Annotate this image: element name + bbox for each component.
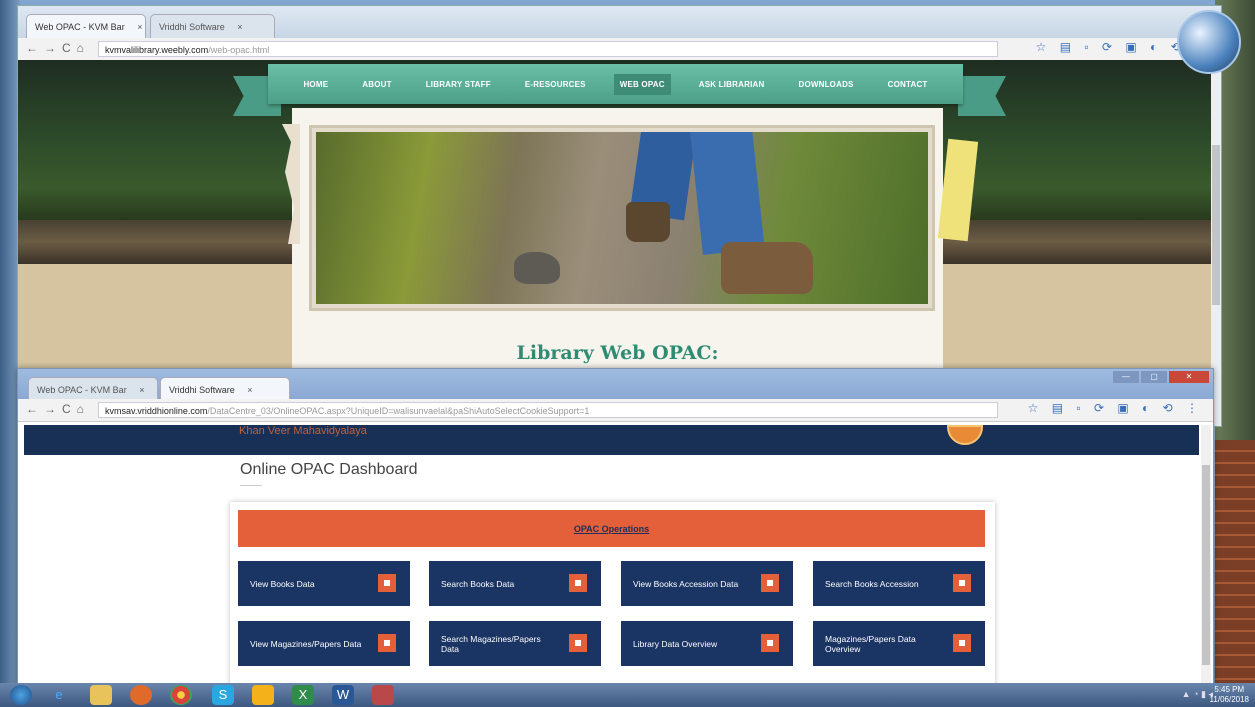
nav-web-opac[interactable]: WEB OPAC [613,73,671,95]
go-icon[interactable] [761,634,779,652]
front-tab-web-opac[interactable]: Web OPAC - KVM Bar × [28,377,158,401]
leg [689,132,765,255]
scrollbar-thumb[interactable] [1212,145,1220,305]
close-icon[interactable]: × [247,385,252,395]
back-tab-vriddhi[interactable]: Vriddhi Software × [150,14,275,38]
minimize-icon[interactable]: — [1113,371,1139,383]
nav-about[interactable]: ABOUT [356,74,397,95]
boot [721,242,813,294]
op-view-books-data[interactable]: View Books Data [238,561,410,606]
front-address-bar: ←→C⌂ kvmsav.vriddhionline.com/DataCentre… [18,399,1213,422]
op-search-books-accession[interactable]: Search Books Accession [813,561,985,606]
url-host: kvmvalilibrary.weebly.com [105,45,209,55]
nav-ask-librarian[interactable]: ASK LIBRARIAN [693,74,771,95]
boot [626,202,670,242]
app2-icon[interactable] [372,685,394,705]
maximize-icon[interactable]: ▢ [1141,371,1167,383]
tab-title: Web OPAC - KVM Bar [35,22,125,32]
go-icon[interactable] [569,574,587,592]
op-label: Search Magazines/Papers Data [441,633,541,654]
nav-e-resources[interactable]: E-RESOURCES [519,74,592,95]
nav-arrows-icon[interactable]: ←→C⌂ [26,402,90,416]
window-controls: — ▢ ✕ [1113,371,1209,383]
nav-home[interactable]: HOME [297,74,334,95]
media-icon[interactable] [130,685,152,705]
rock [514,252,560,284]
go-icon[interactable] [378,634,396,652]
op-search-books-data[interactable]: Search Books Data [429,561,601,606]
go-icon[interactable] [953,574,971,592]
go-icon[interactable] [378,574,396,592]
hiking-boots-photo [312,128,932,308]
excel-icon[interactable]: X [292,685,314,705]
go-icon[interactable] [761,574,779,592]
nav-library-staff[interactable]: LIBRARY STAFF [420,74,497,95]
front-tab-bar: Web OPAC - KVM Bar × Vriddhi Software × … [18,369,1213,401]
op-label: Search Books Accession [825,578,919,589]
skype-icon[interactable]: S [212,685,234,705]
op-label: Search Books Data [441,578,515,589]
back-browser-window[interactable]: Web OPAC - KVM Bar × Vriddhi Software × … [17,5,1222,427]
app-icon[interactable] [252,685,274,705]
ops-heading-bar: OPAC Operations [238,510,985,547]
close-icon[interactable]: × [139,385,144,395]
go-icon[interactable] [569,634,587,652]
op-magazines-overview[interactable]: Magazines/Papers Data Overview [813,621,985,666]
clock-time: 5:45 PM [1214,685,1245,694]
title-underline [240,485,262,486]
back-tab-bar: Web OPAC - KVM Bar × Vriddhi Software × [18,6,1221,38]
url-path: /web-opac.html [208,45,270,55]
op-label: Library Data Overview [633,638,718,649]
taskbar: e S X W ▲ ◔ ▮ ◂ 5:45 PM 11/06/2018 [0,683,1255,707]
back-url-input[interactable]: kvmvalilibrary.weebly.com/web-opac.html [98,41,998,57]
scrollbar[interactable] [1201,425,1211,687]
clock-date: 11/06/2018 [1209,695,1249,704]
close-icon[interactable]: × [237,22,242,32]
ie-icon[interactable]: e [48,685,70,705]
url-path: /DataCentre_03/OnlineOPAC.aspx?UniqueID=… [207,406,590,416]
college-logo [947,425,983,445]
site-header: Khan Veer Mahavidyalaya [24,425,1199,455]
chrome-icon[interactable] [170,685,192,705]
op-label: Magazines/Papers Data Overview [825,633,916,654]
nav-downloads[interactable]: DOWNLOADS [792,74,859,95]
dashboard-title: Online OPAC Dashboard [240,461,418,478]
op-label: View Magazines/Papers Data [250,638,362,649]
tab-title: Web OPAC - KVM Bar [37,385,127,395]
back-tab-web-opac[interactable]: Web OPAC - KVM Bar × [26,14,146,38]
front-url-input[interactable]: kvmsav.vriddhionline.com/DataCentre_03/O… [98,402,998,418]
close-window-icon[interactable]: ✕ [1169,371,1209,383]
nav-contact[interactable]: CONTACT [882,74,934,95]
front-tab-vriddhi[interactable]: Vriddhi Software × [160,377,290,401]
op-label: View Books Accession Data [633,578,739,589]
op-label: View Books Data [250,578,315,589]
start-orb-icon[interactable] [10,685,32,705]
url-host: kvmsav.vriddhionline.com [105,406,208,416]
clock[interactable]: 5:45 PM 11/06/2018 [1210,685,1249,705]
front-browser-window[interactable]: Web OPAC - KVM Bar × Vriddhi Software × … [17,368,1214,692]
ops-heading[interactable]: OPAC Operations [574,524,649,534]
tray-icons[interactable]: ▲ ◔ ▮ ◂ [1182,689,1213,700]
college-name: Khan Veer Mahavidyalaya [239,425,367,437]
desktop-globe-gadget [1177,10,1241,74]
op-view-magazines[interactable]: View Magazines/Papers Data [238,621,410,666]
tab-title: Vriddhi Software [159,22,225,32]
site-nav: HOME ABOUT LIBRARY STAFF E-RESOURCES WEB… [268,64,963,104]
word-icon[interactable]: W [332,685,354,705]
close-icon[interactable]: × [137,22,142,32]
opac-panel: OPAC Operations View Books Data Search B… [230,502,995,692]
page-heading: Library Web OPAC: [516,342,719,364]
op-library-data-overview[interactable]: Library Data Overview [621,621,793,666]
nav-arrows-icon[interactable]: ←→C⌂ [26,41,90,55]
extension-icons[interactable]: ☆ ▤ ▫ ⟳ ▣ ◐ ⟲ ⋮ [1028,401,1203,415]
op-view-books-accession[interactable]: View Books Accession Data [621,561,793,606]
scrollbar-thumb[interactable] [1202,465,1210,665]
op-search-magazines[interactable]: Search Magazines/Papers Data [429,621,601,666]
back-address-bar: ←→C⌂ kvmvalilibrary.weebly.com/web-opac.… [18,38,1221,61]
explorer-icon[interactable] [90,685,112,705]
desktop-brick-wall [1215,440,1255,690]
tab-title: Vriddhi Software [169,385,235,395]
go-icon[interactable] [953,634,971,652]
